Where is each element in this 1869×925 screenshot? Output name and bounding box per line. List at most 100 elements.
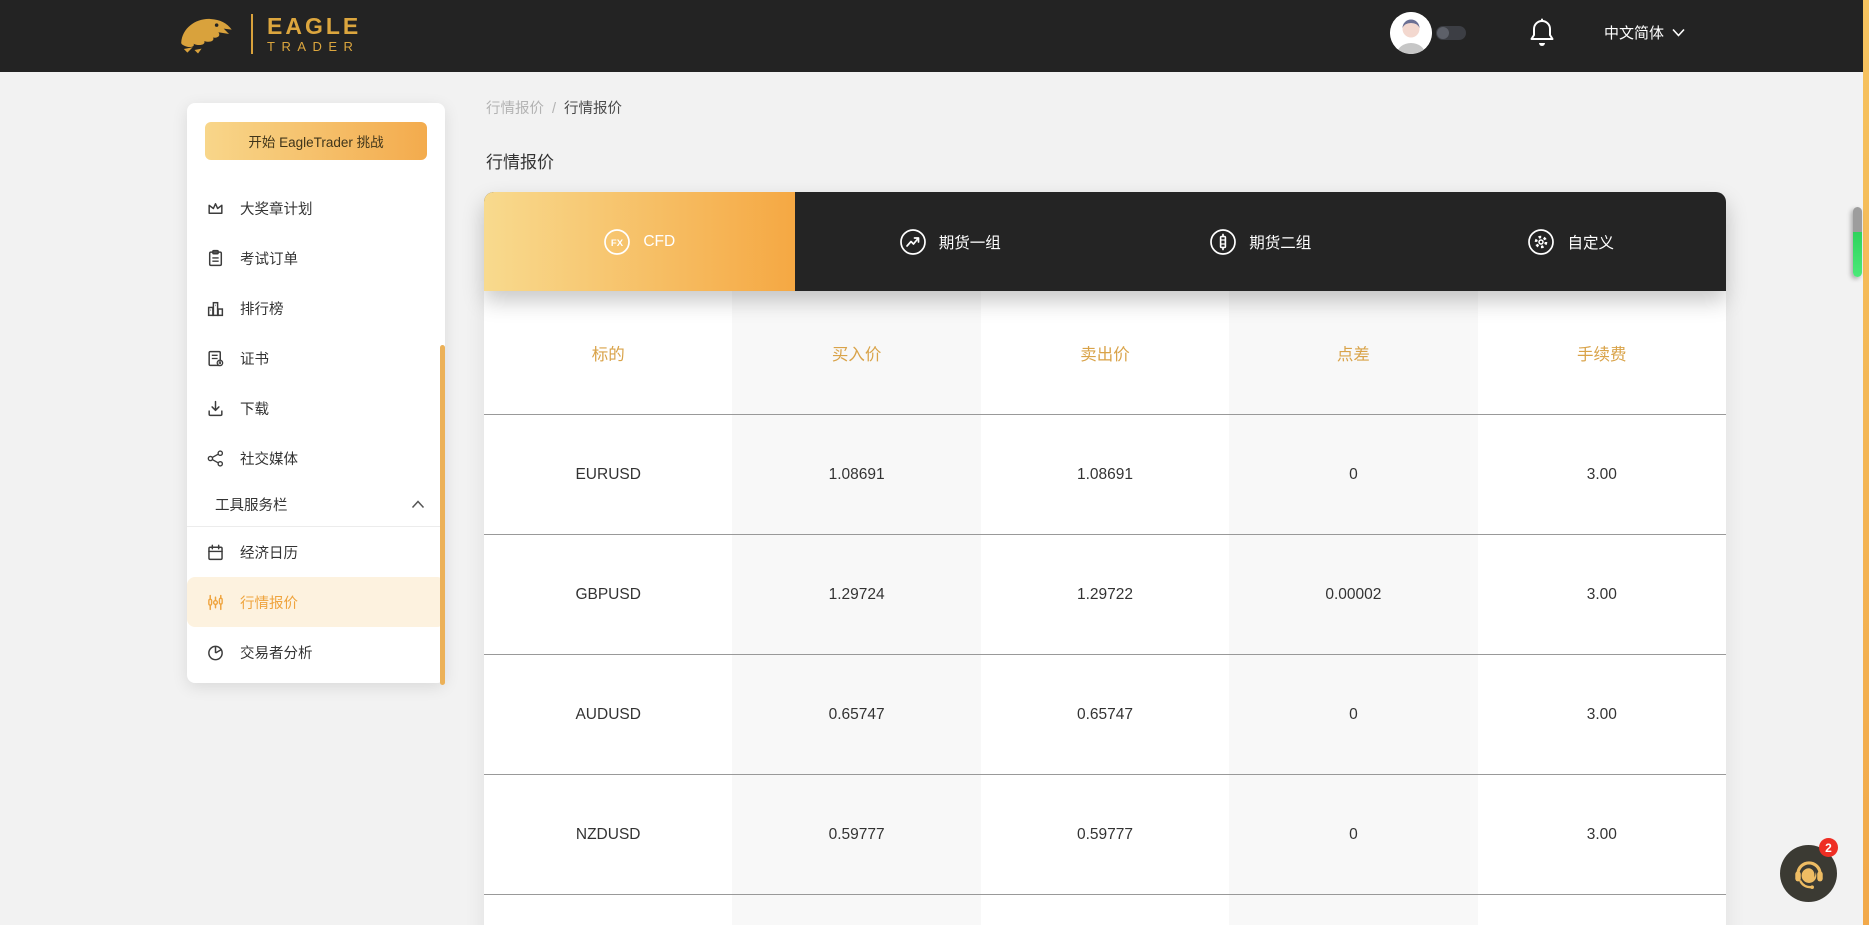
svg-text:FX: FX <box>611 238 624 249</box>
chevron-up-icon <box>411 500 425 509</box>
sidebar-item-label: 证书 <box>240 348 269 369</box>
table-row-eurusd: EURUSD 1.08691 1.08691 0 3.00 <box>484 415 1726 535</box>
clipboard-icon <box>205 248 225 268</box>
candle-circle-icon <box>1209 228 1237 256</box>
sidebar-item-label: 行情报价 <box>240 592 298 613</box>
cell-bid: 0.59777 <box>732 775 980 894</box>
eagle-logo-icon <box>175 10 237 58</box>
trend-up-circle-icon <box>899 228 927 256</box>
leaderboard-icon <box>205 298 225 318</box>
language-label: 中文简体 <box>1604 22 1664 43</box>
sidebar-item-label: 下载 <box>240 398 269 419</box>
table-row-nzdusd: NZDUSD 0.59777 0.59777 0 3.00 <box>484 775 1726 895</box>
brand-text: EAGLE TRADER <box>267 13 361 55</box>
sidebar-item-label: 排行榜 <box>240 298 284 319</box>
sidebar-section-label: 工具服务栏 <box>215 494 288 515</box>
app-header: EAGLE TRADER 中文简体 <box>0 0 1869 72</box>
cell-spread: 0.00002 <box>1229 535 1477 654</box>
share-icon <box>205 448 225 468</box>
cell-commission: 3.00 <box>1478 415 1726 534</box>
column-header-bid: 买入价 <box>732 291 980 414</box>
breadcrumb-parent[interactable]: 行情报价 <box>486 101 544 117</box>
sidebar-section-tools[interactable]: 工具服务栏 <box>187 483 445 527</box>
tab-futures-group-2[interactable]: 期货二组 <box>1105 192 1416 291</box>
breadcrumb: 行情报价/行情报价 <box>486 97 622 118</box>
logo-divider <box>251 14 253 54</box>
brand-logo[interactable]: EAGLE TRADER <box>175 10 361 58</box>
sidebar-item-trader-analysis[interactable]: 交易者分析 <box>187 627 445 677</box>
sidebar-item-economic-calendar[interactable]: 经济日历 <box>187 527 445 577</box>
tab-label: 自定义 <box>1567 231 1614 253</box>
tab-cfd[interactable]: FX CFD <box>484 192 795 291</box>
browser-extension-widget[interactable] <box>1853 207 1862 277</box>
cell-bid: 1.08691 <box>732 415 980 534</box>
page-title: 行情报价 <box>486 148 554 173</box>
sidebar-item-social-media[interactable]: 社交媒体 <box>187 433 445 483</box>
toggle-knob <box>1437 27 1449 39</box>
sidebar-item-label: 交易者分析 <box>240 642 313 663</box>
sidebar-item-exam-orders[interactable]: 考试订单 <box>187 233 445 283</box>
sidebar-item-download[interactable]: 下载 <box>187 383 445 433</box>
pie-chart-icon <box>205 642 225 662</box>
cell-spread: 0 <box>1229 775 1477 894</box>
table-header-row: 标的 买入价 卖出价 点差 手续费 <box>484 291 1726 415</box>
cell-commission: 3.00 <box>1478 775 1726 894</box>
app-window: EAGLE TRADER 中文简体 <box>0 0 1869 925</box>
tab-label: 期货二组 <box>1249 231 1311 253</box>
cell-ask: 1.29722 <box>981 535 1229 654</box>
cell-commission: 3.00 <box>1478 655 1726 774</box>
quotes-card: FX CFD 期货一组 期货二组 <box>484 192 1726 925</box>
cell-symbol: EURUSD <box>484 415 732 534</box>
avatar-person-icon <box>1390 12 1432 54</box>
sidebar-item-label: 经济日历 <box>240 542 298 563</box>
support-chat-button[interactable]: 2 <box>1780 845 1837 902</box>
candlestick-icon <box>205 592 225 612</box>
cell-ask: 0.65747 <box>981 655 1229 774</box>
table-row-partial <box>484 895 1726 925</box>
tab-futures-group-1[interactable]: 期货一组 <box>795 192 1106 291</box>
brand-name-bottom: TRADER <box>267 39 361 55</box>
fx-circle-icon: FX <box>603 228 631 256</box>
user-avatar[interactable] <box>1390 12 1432 54</box>
crown-icon <box>205 198 225 218</box>
theme-toggle[interactable] <box>1436 26 1466 40</box>
certificate-icon <box>205 348 225 368</box>
cell-spread: 0 <box>1229 415 1477 534</box>
cell-bid: 0.65747 <box>732 655 980 774</box>
chat-badge: 2 <box>1819 838 1838 857</box>
column-header-symbol: 标的 <box>484 291 732 414</box>
cell-symbol: NZDUSD <box>484 775 732 894</box>
cell-symbol: GBPUSD <box>484 535 732 654</box>
cell-commission: 3.00 <box>1478 535 1726 654</box>
sidebar-item-certificate[interactable]: 证书 <box>187 333 445 383</box>
breadcrumb-current: 行情报价 <box>564 101 622 117</box>
sidebar-item-label: 社交媒体 <box>240 448 298 469</box>
sidebar-item-label: 考试订单 <box>240 248 298 269</box>
tab-custom[interactable]: 自定义 <box>1416 192 1727 291</box>
sidebar: 开始 EagleTrader 挑战 大奖章计划 考试订单 排行榜 <box>187 103 445 683</box>
column-header-spread: 点差 <box>1229 291 1477 414</box>
sidebar-item-medal-program[interactable]: 大奖章计划 <box>187 183 445 233</box>
sidebar-item-label: 大奖章计划 <box>240 198 313 219</box>
widget-green-segment <box>1853 232 1862 277</box>
cell-symbol: AUDUSD <box>484 655 732 774</box>
sidebar-item-leaderboard[interactable]: 排行榜 <box>187 283 445 333</box>
cell-ask: 0.59777 <box>981 775 1229 894</box>
quote-tabs: FX CFD 期货一组 期货二组 <box>484 192 1726 291</box>
gear-circle-icon <box>1527 228 1555 256</box>
browser-extension-stripe <box>1863 0 1869 925</box>
column-header-commission: 手续费 <box>1478 291 1726 414</box>
calendar-icon <box>205 542 225 562</box>
table-row-audusd: AUDUSD 0.65747 0.65747 0 3.00 <box>484 655 1726 775</box>
tab-label: 期货一组 <box>939 231 1001 253</box>
quotes-table: 标的 买入价 卖出价 点差 手续费 EURUSD 1.08691 1.08691… <box>484 291 1726 925</box>
notification-bell-icon[interactable] <box>1528 17 1556 49</box>
sidebar-scrollbar-thumb[interactable] <box>440 345 445 685</box>
headset-icon <box>1790 855 1828 893</box>
start-challenge-button[interactable]: 开始 EagleTrader 挑战 <box>205 122 427 160</box>
cell-bid: 1.29724 <box>732 535 980 654</box>
column-header-ask: 卖出价 <box>981 291 1229 414</box>
cell-spread: 0 <box>1229 655 1477 774</box>
sidebar-item-quotes[interactable]: 行情报价 <box>187 577 445 627</box>
language-selector[interactable]: 中文简体 <box>1604 22 1685 43</box>
